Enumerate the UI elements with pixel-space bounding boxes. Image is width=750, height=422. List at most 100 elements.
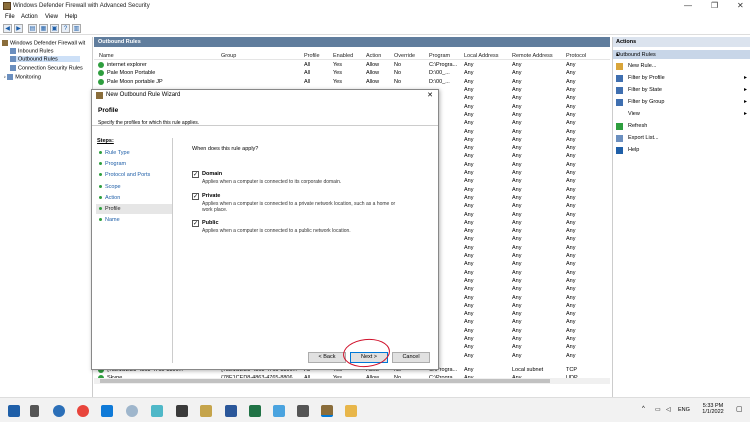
app-icon-3[interactable] bbox=[273, 405, 285, 417]
volume-icon[interactable]: ◁ bbox=[666, 406, 671, 413]
table-cell: Any bbox=[566, 319, 576, 326]
wizard-step-rule-type[interactable]: Rule Type bbox=[96, 148, 172, 158]
action-new-rule[interactable]: New Rule... bbox=[613, 61, 750, 72]
col-group[interactable]: Group bbox=[221, 53, 236, 59]
table-cell: Any bbox=[464, 286, 474, 293]
edge-icon[interactable] bbox=[101, 405, 113, 417]
private-checkbox[interactable]: ✓ bbox=[192, 193, 199, 200]
menu-view[interactable]: View bbox=[45, 14, 58, 20]
menu-action[interactable]: Action bbox=[21, 14, 38, 20]
wizard-close-icon[interactable]: ✕ bbox=[427, 91, 433, 99]
close-button[interactable]: ✕ bbox=[737, 1, 744, 10]
chrome-icon[interactable] bbox=[77, 405, 89, 417]
cancel-button[interactable]: Cancel bbox=[392, 352, 430, 363]
collapse-chevron-icon[interactable]: ▴ bbox=[616, 51, 747, 58]
word-icon[interactable] bbox=[225, 405, 237, 417]
step-bullet-icon bbox=[99, 184, 102, 188]
properties-icon[interactable]: ▣ bbox=[50, 24, 59, 33]
step-bullet-icon bbox=[99, 218, 102, 222]
firewall-taskbar-icon[interactable] bbox=[321, 405, 333, 417]
table-cell: Yes bbox=[333, 62, 342, 68]
minimize-button[interactable]: — bbox=[684, 1, 692, 10]
wizard-step-protocol-and-ports[interactable]: Protocol and Ports bbox=[96, 170, 172, 180]
actions-section-outbound[interactable]: Outbound Rules ▴ bbox=[613, 50, 750, 59]
network-icon[interactable]: ▭ bbox=[655, 406, 661, 413]
table-row[interactable]: Pale Moon portable JP All Yes Allow No D:\00_… bbox=[94, 78, 610, 86]
forward-arrow-icon[interactable]: ▶ bbox=[14, 24, 23, 33]
table-cell: Any bbox=[566, 194, 576, 201]
file-explorer-icon[interactable] bbox=[345, 405, 357, 417]
step-bullet-icon bbox=[99, 207, 102, 210]
table-cell: Any bbox=[512, 244, 522, 251]
col-override[interactable]: Override bbox=[394, 53, 415, 59]
wizard-step-name[interactable]: Name bbox=[96, 215, 172, 225]
menu-help[interactable]: Help bbox=[65, 14, 77, 20]
table-cell: Any bbox=[512, 336, 522, 342]
table-row[interactable]: internet explorer All Yes Allow No C:\Progra.… bbox=[94, 61, 610, 69]
clock[interactable]: 5:33 PM 1/1/2022 bbox=[697, 403, 729, 415]
up-folder-icon[interactable]: ▤ bbox=[28, 24, 37, 33]
action-filter-by-group[interactable]: Filter by Group ▸ bbox=[613, 97, 750, 108]
export-toolbar-icon[interactable]: ▥ bbox=[72, 24, 81, 33]
table-cell: internet explorer bbox=[107, 62, 147, 68]
table-cell: Any bbox=[512, 269, 522, 276]
tree-item-connection-security[interactable]: Connection Security Rules bbox=[10, 65, 83, 71]
app-icon-4[interactable] bbox=[297, 405, 309, 417]
tree-item-inbound[interactable]: Inbound Rules bbox=[10, 48, 53, 54]
col-protocol[interactable]: Protocol bbox=[566, 53, 586, 59]
taskbar: ^ ▭ ◁ ENG 5:33 PM 1/1/2022 ▢ bbox=[0, 397, 750, 422]
start-windows-icon[interactable] bbox=[8, 405, 20, 417]
action-help[interactable]: Help bbox=[613, 145, 750, 156]
zoom-app-icon[interactable] bbox=[53, 405, 65, 417]
col-local-address[interactable]: Local Address bbox=[464, 53, 499, 59]
horizontal-scrollbar[interactable] bbox=[94, 378, 610, 384]
table-cell: Any bbox=[566, 269, 576, 276]
wizard-step-action[interactable]: Action bbox=[96, 193, 172, 203]
tree-root[interactable]: Windows Defender Firewall wit bbox=[2, 40, 85, 46]
col-enabled[interactable]: Enabled bbox=[333, 53, 353, 59]
table-row[interactable]: Pale Moon Portable All Yes Allow No D:\00_...… bbox=[94, 69, 610, 77]
maximize-button[interactable]: ❐ bbox=[711, 1, 718, 10]
app-icon-2[interactable] bbox=[200, 405, 212, 417]
back-button[interactable]: < Back bbox=[308, 352, 346, 363]
tree-item-outbound[interactable]: Outbound Rules bbox=[10, 56, 80, 63]
bubble-app-icon[interactable] bbox=[126, 405, 138, 417]
col-name[interactable]: Name bbox=[99, 53, 114, 59]
help-toolbar-icon[interactable]: ? bbox=[61, 24, 70, 33]
action-filter-by-state[interactable]: Filter by State ▸ bbox=[613, 85, 750, 96]
tray-chevron-icon[interactable]: ^ bbox=[642, 406, 645, 412]
action-view[interactable]: View ▸ bbox=[613, 109, 750, 120]
toolbar: ◀ ▶ ▤ ▦ ▣ ? ▥ bbox=[0, 23, 750, 35]
action-label: New Rule... bbox=[628, 63, 657, 69]
domain-checkbox[interactable]: ✓ bbox=[192, 171, 199, 178]
menu-file[interactable]: File bbox=[5, 14, 15, 20]
wizard-title-bar: New Outbound Rule Wizard ✕ bbox=[92, 90, 438, 101]
language-indicator[interactable]: ENG bbox=[678, 407, 690, 413]
action-export-list[interactable]: Export List... bbox=[613, 133, 750, 144]
table-cell: Any bbox=[566, 103, 576, 110]
scrollbar-thumb[interactable] bbox=[100, 379, 550, 383]
col-action[interactable]: Action bbox=[366, 53, 381, 59]
wizard-step-program[interactable]: Program bbox=[96, 159, 172, 169]
col-remote-address[interactable]: Remote Address bbox=[512, 53, 553, 59]
notification-icon[interactable]: ▢ bbox=[736, 405, 743, 413]
camera-app-icon[interactable] bbox=[176, 405, 188, 417]
tree-item-monitoring[interactable]: › Monitoring bbox=[4, 74, 41, 80]
back-arrow-icon[interactable]: ◀ bbox=[3, 24, 12, 33]
col-profile[interactable]: Profile bbox=[304, 53, 320, 59]
show-hide-tree-icon[interactable]: ▦ bbox=[39, 24, 48, 33]
wizard-step-profile[interactable]: Profile bbox=[96, 204, 172, 214]
action-filter-by-profile[interactable]: Filter by Profile ▸ bbox=[613, 73, 750, 84]
action-refresh[interactable]: Refresh bbox=[613, 121, 750, 132]
task-view-icon[interactable] bbox=[30, 405, 39, 417]
wizard-step-scope[interactable]: Scope bbox=[96, 182, 172, 192]
table-cell: Any bbox=[566, 244, 576, 251]
app-icon-1[interactable] bbox=[151, 405, 163, 417]
table-cell: Any bbox=[512, 78, 522, 85]
table-cell: Any bbox=[464, 78, 474, 85]
excel-icon[interactable] bbox=[249, 405, 261, 417]
public-checkbox[interactable]: ✓ bbox=[192, 220, 199, 227]
table-cell: Any bbox=[566, 203, 576, 210]
table-cell: Any bbox=[512, 120, 522, 127]
col-program[interactable]: Program bbox=[429, 53, 450, 59]
